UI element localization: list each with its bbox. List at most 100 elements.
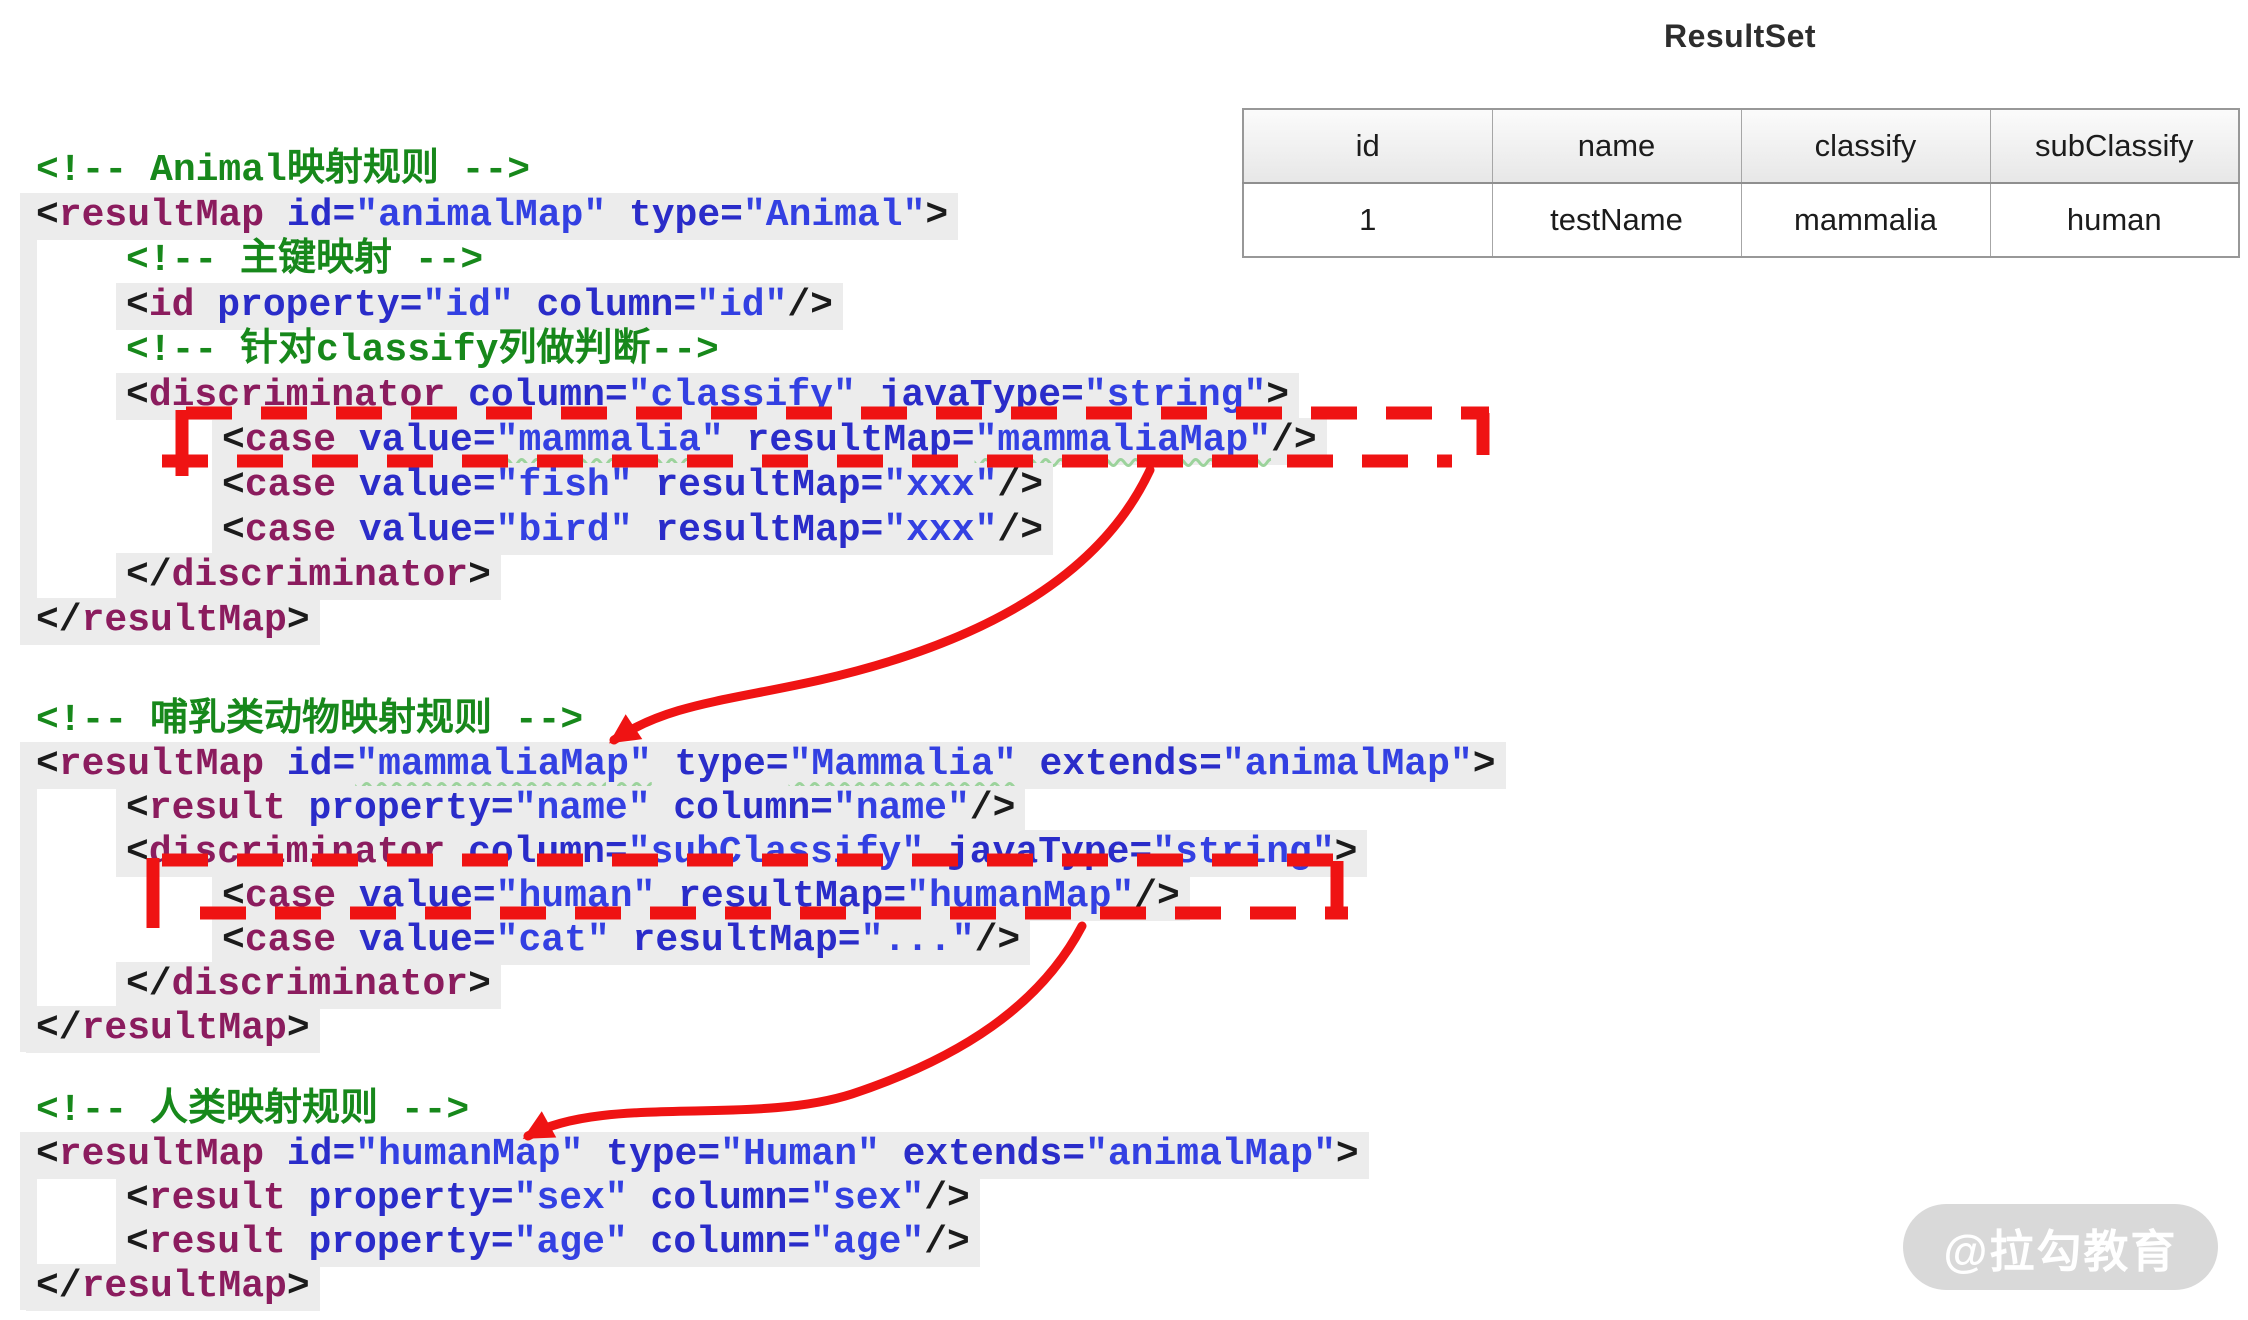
code-token: case: [245, 509, 336, 552]
code-comment-line: <!-- Animal映射规则 -->: [26, 148, 540, 195]
code-line: <result property="age" column="age"/>: [116, 1220, 980, 1267]
code-token: <!-- 针对classify列做判断-->: [126, 329, 719, 372]
code-token: [336, 509, 359, 552]
code-token: [1017, 743, 1040, 786]
code-token: <: [126, 831, 149, 874]
code-token: [445, 374, 468, 417]
code-token: <: [36, 1133, 59, 1176]
code-token: resultMap: [82, 1265, 287, 1308]
code-token: result: [149, 1221, 286, 1264]
code-token: resultMap=: [655, 464, 883, 507]
code-token: "...": [861, 919, 975, 962]
code-token: "subClassify": [628, 831, 924, 874]
code-token: "sex": [514, 1177, 628, 1220]
code-token: "humanMap": [906, 875, 1134, 918]
code-token: property=: [217, 284, 422, 327]
code-token: <!-- 哺乳类动物映射规则 -->: [36, 699, 583, 742]
code-token: />: [997, 509, 1043, 552]
code-line: </discriminator>: [116, 553, 501, 600]
code-token: [264, 194, 287, 237]
code-token: value=: [359, 875, 496, 918]
code-line: </resultMap>: [26, 1264, 320, 1311]
code-comment-line: <!-- 人类映射规则 -->: [26, 1088, 479, 1135]
code-token: "Mammalia": [789, 743, 1017, 786]
code-token: "age": [810, 1221, 924, 1264]
code-token: [628, 1177, 651, 1220]
code-token: column=: [537, 284, 697, 327]
code-token: "mammaliaMap": [355, 743, 651, 786]
code-token: >: [1335, 831, 1358, 874]
code-token: >: [1473, 743, 1496, 786]
code-token: resultMap=: [655, 509, 883, 552]
code-token: <!-- Animal映射规则 -->: [36, 149, 530, 192]
code-token: column=: [468, 831, 628, 874]
code-token: >: [1336, 1133, 1359, 1176]
code-token: type=: [629, 194, 743, 237]
code-token: <: [126, 1221, 149, 1264]
code-token: [336, 464, 359, 507]
code-token: <: [126, 284, 149, 327]
code-token: />: [924, 1177, 970, 1220]
code-token: "mammalia": [496, 419, 724, 462]
code-token: resultMap=: [678, 875, 906, 918]
code-token: >: [287, 1007, 310, 1050]
code-token: column=: [651, 1221, 811, 1264]
code-token: <: [36, 743, 59, 786]
code-line: <case value="bird" resultMap="xxx"/>: [212, 508, 1053, 555]
code-token: id=: [287, 1133, 355, 1176]
code-line: <result property="name" column="name"/>: [116, 786, 1025, 833]
code-token: "Human": [720, 1133, 880, 1176]
code-token: [628, 1221, 651, 1264]
code-line: <resultMap id="animalMap" type="Animal">: [26, 193, 958, 240]
code-token: <!-- 主键映射 -->: [126, 239, 483, 282]
code-token: <: [222, 875, 245, 918]
code-line: <resultMap id="humanMap" type="Human" ex…: [26, 1132, 1369, 1179]
code-token: [336, 419, 359, 462]
code-line: <case value="human" resultMap="humanMap"…: [212, 874, 1190, 921]
code-token: type=: [675, 743, 789, 786]
code-token: "id": [696, 284, 787, 327]
code-token: "animalMap": [1085, 1133, 1336, 1176]
code-token: value=: [359, 509, 496, 552]
code-token: >: [925, 194, 948, 237]
resultset-table: idnameclassifysubClassify 1testNamemamma…: [1242, 108, 2240, 258]
code-line: <discriminator column="subClassify" java…: [116, 830, 1367, 877]
code-token: "name": [833, 787, 970, 830]
code-token: <: [222, 464, 245, 507]
code-token: property=: [308, 787, 513, 830]
code-token: [336, 919, 359, 962]
code-token: id=: [287, 743, 355, 786]
code-token: [194, 284, 217, 327]
code-token: discriminator: [172, 963, 468, 1006]
code-token: "string": [1084, 374, 1266, 417]
code-token: column=: [673, 787, 833, 830]
code-token: [583, 1133, 606, 1176]
code-line: <case value="mammalia" resultMap="mammal…: [212, 418, 1327, 465]
code-token: [514, 284, 537, 327]
code-token: [651, 787, 674, 830]
code-token: resultMap: [82, 599, 287, 642]
code-line: <case value="fish" resultMap="xxx"/>: [212, 463, 1053, 510]
column-header-name: name: [1492, 109, 1741, 183]
code-token: [286, 1177, 309, 1220]
code-token: />: [787, 284, 833, 327]
code-token: "xxx": [883, 509, 997, 552]
code-token: <: [126, 1177, 149, 1220]
code-line: <resultMap id="mammaliaMap" type="Mammal…: [26, 742, 1506, 789]
code-token: case: [245, 464, 336, 507]
code-comment-line: <!-- 哺乳类动物映射规则 -->: [26, 698, 593, 745]
code-token: <: [222, 419, 245, 462]
code-token: javaType=: [879, 374, 1084, 417]
code-token: [264, 1133, 287, 1176]
code-token: [445, 831, 468, 874]
code-token: [880, 1133, 903, 1176]
code-line: </resultMap>: [26, 598, 320, 645]
resultset-header-row: idnameclassifysubClassify: [1243, 109, 2239, 183]
code-line: <result property="sex" column="sex"/>: [116, 1176, 980, 1223]
code-token: >: [1266, 374, 1289, 417]
code-token: case: [245, 919, 336, 962]
code-token: </: [126, 963, 172, 1006]
code-token: resultMap: [59, 194, 264, 237]
code-token: resultMap=: [633, 919, 861, 962]
code-token: column=: [651, 1177, 811, 1220]
